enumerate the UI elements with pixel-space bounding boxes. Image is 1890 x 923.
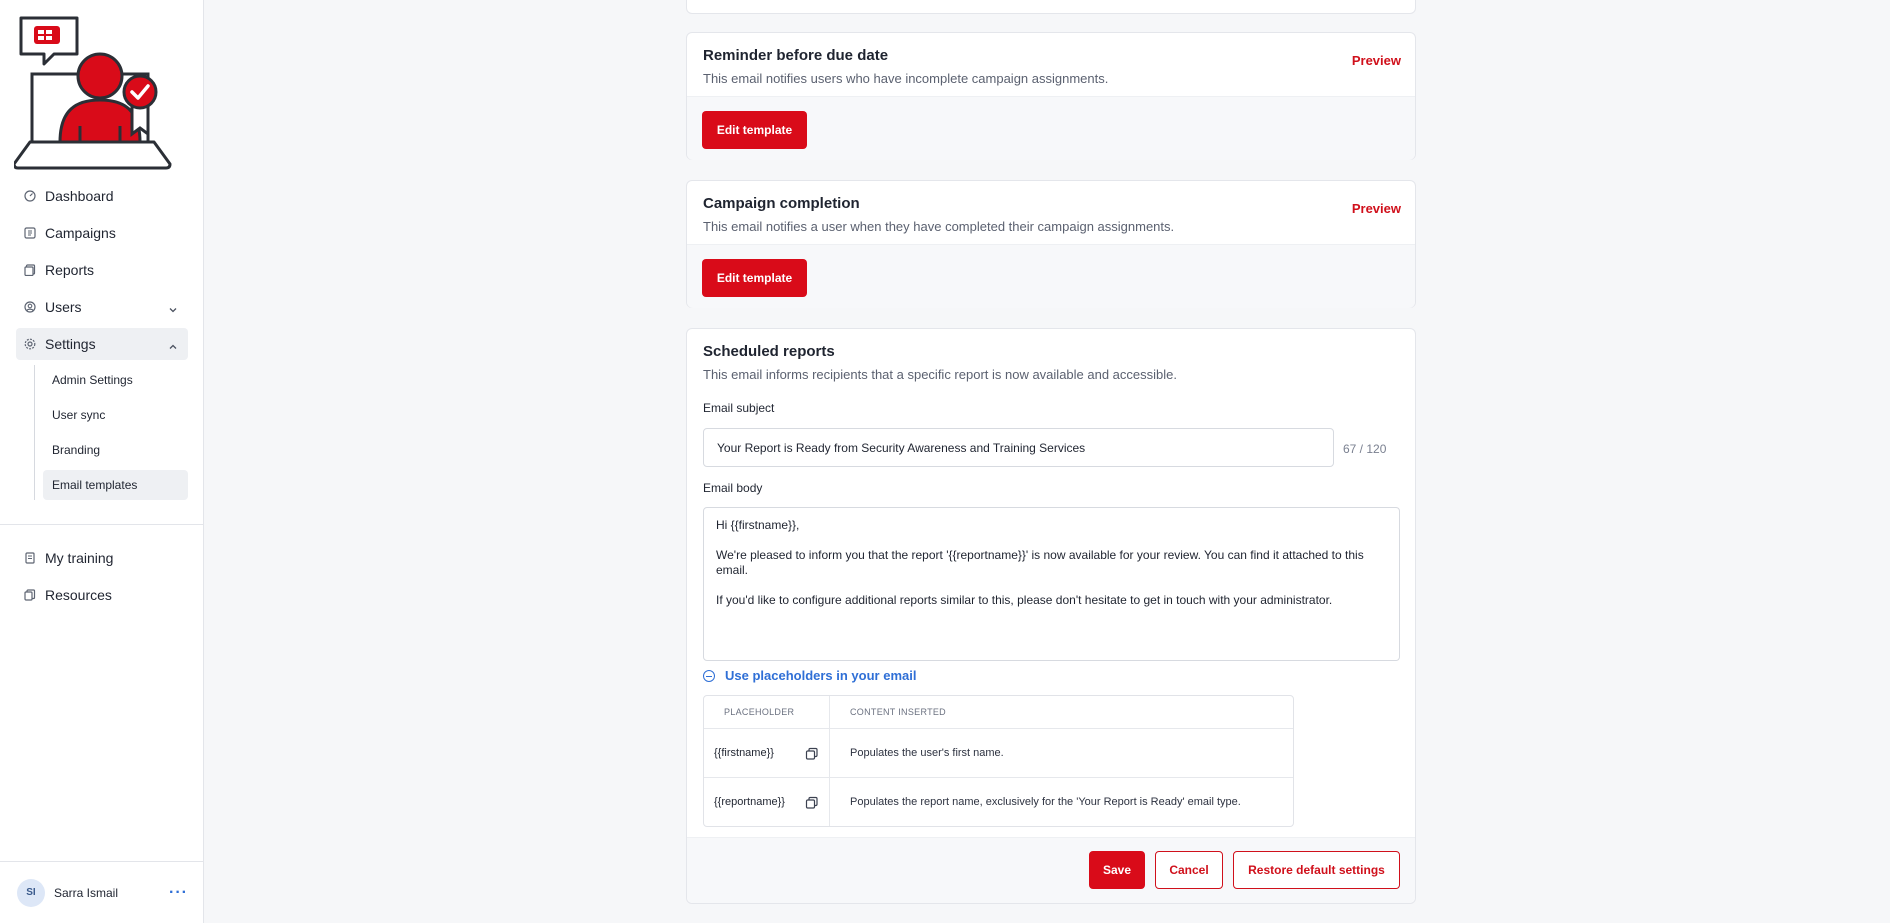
email-subject-label: Email subject: [703, 401, 775, 415]
subnav-email-templates[interactable]: Email templates: [43, 470, 188, 500]
restore-defaults-button[interactable]: Restore default settings: [1233, 851, 1400, 889]
book-icon: [24, 552, 36, 564]
content-reportname: Populates the report name, exclusively f…: [850, 796, 1241, 808]
completion-card-footer: Edit template: [687, 244, 1415, 308]
scheduled-reports-card: Scheduled reports This email informs rec…: [686, 328, 1416, 904]
cancel-button[interactable]: Cancel: [1155, 851, 1223, 889]
placeholders-toggle-label: Use placeholders in your email: [725, 668, 917, 683]
copy-icon[interactable]: [805, 796, 819, 810]
completion-title: Campaign completion: [703, 195, 860, 212]
avatar: SI: [17, 878, 45, 907]
app-logo: [12, 14, 190, 180]
placeholders-toggle[interactable]: Use placeholders in your email: [703, 668, 916, 683]
collapse-circle-icon: [703, 669, 715, 682]
subnav-user-sync[interactable]: User sync: [43, 400, 188, 430]
subnav-branding[interactable]: Branding: [43, 435, 188, 465]
chevron-down-icon[interactable]: [168, 302, 178, 313]
more-options-icon[interactable]: ···: [169, 884, 188, 902]
save-button[interactable]: Save: [1089, 851, 1145, 889]
sidebar-divider: [0, 524, 204, 525]
completion-preview-link[interactable]: Preview: [1352, 201, 1401, 216]
reminder-edit-template-button[interactable]: Edit template: [702, 111, 807, 149]
table-header-row: PLACEHOLDER CONTENT INSERTED: [704, 696, 1293, 728]
resources-icon: [24, 589, 36, 601]
chevron-up-icon[interactable]: [168, 339, 178, 349]
scheduled-actions-bar: Save Cancel Restore default settings: [687, 837, 1415, 903]
nav-dashboard[interactable]: Dashboard: [16, 180, 188, 212]
placeholder-cell: {{firstname}}: [704, 729, 830, 777]
nav-settings-label: Settings: [45, 336, 96, 352]
reminder-card-header: Reminder before due date This email noti…: [687, 33, 1415, 86]
nav-settings[interactable]: Settings: [16, 328, 188, 360]
email-body-textarea[interactable]: Hi {{firstname}}, We're pleased to infor…: [703, 507, 1400, 661]
email-body-label: Email body: [703, 481, 763, 495]
completion-description: This email notifies a user when they hav…: [703, 219, 1175, 234]
column-header-content: CONTENT INSERTED: [850, 707, 946, 717]
subject-char-counter: 67 / 120: [1343, 442, 1387, 456]
nav-campaigns[interactable]: Campaigns: [16, 217, 188, 249]
placeholder-reportname: {{reportname}}: [714, 796, 785, 808]
reminder-description: This email notifies users who have incom…: [703, 71, 1109, 86]
nav-resources[interactable]: Resources: [16, 579, 188, 611]
copy-icon[interactable]: [805, 747, 819, 761]
column-header-placeholder: PLACEHOLDER: [704, 696, 830, 728]
placeholders-table: PLACEHOLDER CONTENT INSERTED {{firstname…: [703, 695, 1294, 827]
scheduled-card-header: Scheduled reports This email informs rec…: [687, 329, 1415, 382]
secondary-nav: My training Resources: [16, 542, 188, 616]
subnav-admin-settings[interactable]: Admin Settings: [43, 365, 188, 395]
gauge-icon: [24, 190, 36, 202]
table-row: {{firstname}} Populates the user's first…: [704, 728, 1293, 777]
scheduled-description: This email informs recipients that a spe…: [703, 367, 1177, 382]
sidebar: Dashboard Campaigns Reports Users Settin…: [0, 0, 204, 923]
email-subject-input[interactable]: [703, 428, 1334, 467]
nav-users-label: Users: [45, 299, 82, 315]
reminder-title: Reminder before due date: [703, 47, 889, 64]
user-profile-bar[interactable]: SI Sarra Ismail ···: [0, 861, 204, 923]
reminder-card-footer: Edit template: [687, 96, 1415, 160]
nav-my-training-label: My training: [45, 550, 114, 566]
reminder-preview-link[interactable]: Preview: [1352, 53, 1401, 68]
main-nav: Dashboard Campaigns Reports Users Settin…: [16, 180, 188, 505]
nav-reports[interactable]: Reports: [16, 254, 188, 286]
nav-campaigns-label: Campaigns: [45, 225, 116, 241]
completion-edit-template-button[interactable]: Edit template: [702, 259, 807, 297]
nav-my-training[interactable]: My training: [16, 542, 188, 574]
table-row: {{reportname}} Populates the report name…: [704, 777, 1293, 826]
nav-users[interactable]: Users: [16, 291, 188, 323]
content-firstname: Populates the user's first name.: [850, 747, 1004, 759]
user-name: Sarra Ismail: [54, 885, 119, 900]
previous-card-edge: [686, 0, 1416, 14]
placeholder-firstname: {{firstname}}: [714, 747, 774, 759]
nav-resources-label: Resources: [45, 587, 112, 603]
reminder-card: Reminder before due date This email noti…: [686, 32, 1416, 160]
campaign-icon: [24, 227, 36, 239]
gear-icon: [24, 338, 36, 350]
nav-dashboard-label: Dashboard: [45, 188, 114, 204]
report-icon: [24, 264, 36, 276]
user-circle-icon: [24, 301, 36, 313]
settings-subnav: Admin Settings User sync Branding Email …: [34, 365, 188, 500]
placeholder-cell: {{reportname}}: [704, 778, 830, 826]
completion-card-header: Campaign completion This email notifies …: [687, 181, 1415, 234]
scheduled-title: Scheduled reports: [703, 343, 835, 360]
completion-card: Campaign completion This email notifies …: [686, 180, 1416, 308]
nav-reports-label: Reports: [45, 262, 95, 278]
